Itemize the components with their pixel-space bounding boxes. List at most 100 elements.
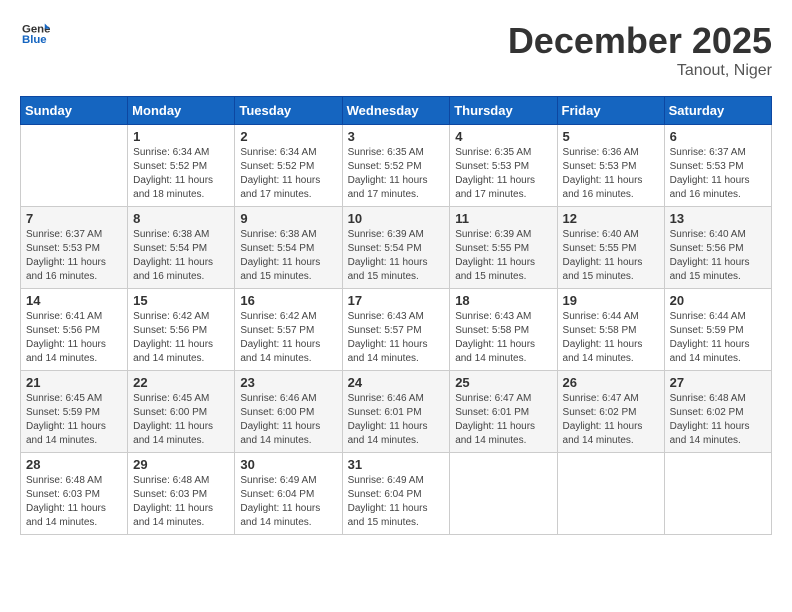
day-info: Sunrise: 6:43 AMSunset: 5:57 PMDaylight:… [348,310,445,366]
day-info: Sunrise: 6:34 AMSunset: 5:52 PMDaylight:… [133,146,229,202]
day-info: Sunrise: 6:36 AMSunset: 5:53 PMDaylight:… [563,146,659,202]
day-info: Sunrise: 6:44 AMSunset: 5:59 PMDaylight:… [670,310,766,366]
day-info: Sunrise: 6:49 AMSunset: 6:04 PMDaylight:… [240,474,336,530]
day-number: 7 [26,211,122,226]
calendar-cell: 2Sunrise: 6:34 AMSunset: 5:52 PMDaylight… [235,125,342,207]
day-number: 14 [26,293,122,308]
calendar-cell [664,453,771,535]
day-number: 26 [563,375,659,390]
calendar-cell [450,453,557,535]
day-number: 2 [240,129,336,144]
day-number: 29 [133,457,229,472]
day-info: Sunrise: 6:48 AMSunset: 6:03 PMDaylight:… [133,474,229,530]
calendar-cell: 18 Sunrise: 6:43 AMSunset: 5:58 PMDayligh… [450,289,557,371]
day-header-sunday: Sunday [21,97,128,125]
day-number: 23 [240,375,336,390]
month-year: December 2025 [508,20,772,62]
week-row-4: 21Sunrise: 6:45 AMSunset: 5:59 PMDayligh… [21,371,772,453]
day-number: 6 [670,129,766,144]
calendar-cell: 7 Sunrise: 6:37 AMSunset: 5:53 PMDaylight… [21,207,128,289]
calendar-cell: 23 Sunrise: 6:46 AMSunset: 6:00 PMDayligh… [235,371,342,453]
calendar-cell: 26 Sunrise: 6:47 AMSunset: 6:02 PMDayligh… [557,371,664,453]
day-info: Sunrise: 6:43 AMSunset: 5:58 PMDaylight:… [455,310,551,366]
day-number: 12 [563,211,659,226]
day-number: 25 [455,375,551,390]
calendar-cell: 16 Sunrise: 6:42 AMSunset: 5:57 PMDayligh… [235,289,342,371]
day-number: 15 [133,293,229,308]
day-info: Sunrise: 6:41 AMSunset: 5:56 PMDaylight:… [26,310,122,366]
day-number: 30 [240,457,336,472]
day-number: 22 [133,375,229,390]
day-number: 31 [348,457,445,472]
calendar-cell: 25 Sunrise: 6:47 AMSunset: 6:01 PMDayligh… [450,371,557,453]
day-number: 5 [563,129,659,144]
week-row-3: 14 Sunrise: 6:41 AMSunset: 5:56 PMDayligh… [21,289,772,371]
logo: General Blue [20,20,50,48]
day-header-saturday: Saturday [664,97,771,125]
day-info: Sunrise: 6:44 AMSunset: 5:58 PMDaylight:… [563,310,659,366]
calendar-cell: 9Sunrise: 6:38 AMSunset: 5:54 PMDaylight… [235,207,342,289]
day-info: Sunrise: 6:39 AMSunset: 5:55 PMDaylight:… [455,228,551,284]
day-header-wednesday: Wednesday [342,97,450,125]
day-info: Sunrise: 6:40 AMSunset: 5:55 PMDaylight:… [563,228,659,284]
calendar-cell: 5 Sunrise: 6:36 AMSunset: 5:53 PMDaylight… [557,125,664,207]
calendar-header-row: SundayMondayTuesdayWednesdayThursdayFrid… [21,97,772,125]
day-number: 1 [133,129,229,144]
week-row-1: 1 Sunrise: 6:34 AMSunset: 5:52 PMDaylight… [21,125,772,207]
calendar-table: SundayMondayTuesdayWednesdayThursdayFrid… [20,96,772,535]
day-number: 20 [670,293,766,308]
calendar-cell: 27Sunrise: 6:48 AMSunset: 6:02 PMDayligh… [664,371,771,453]
calendar-cell: 8Sunrise: 6:38 AMSunset: 5:54 PMDaylight… [128,207,235,289]
day-info: Sunrise: 6:47 AMSunset: 6:02 PMDaylight:… [563,392,659,448]
day-number: 10 [348,211,445,226]
day-info: Sunrise: 6:35 AMSunset: 5:53 PMDaylight:… [455,146,551,202]
day-info: Sunrise: 6:45 AMSunset: 6:00 PMDaylight:… [133,392,229,448]
day-info: Sunrise: 6:48 AMSunset: 6:02 PMDaylight:… [670,392,766,448]
day-number: 28 [26,457,122,472]
day-info: Sunrise: 6:46 AMSunset: 6:00 PMDaylight:… [240,392,336,448]
day-header-tuesday: Tuesday [235,97,342,125]
day-number: 4 [455,129,551,144]
day-info: Sunrise: 6:38 AMSunset: 5:54 PMDaylight:… [240,228,336,284]
day-header-monday: Monday [128,97,235,125]
title-area: December 2025 Tanout, Niger [508,20,772,80]
calendar-cell: 11Sunrise: 6:39 AMSunset: 5:55 PMDayligh… [450,207,557,289]
day-info: Sunrise: 6:45 AMSunset: 5:59 PMDaylight:… [26,392,122,448]
calendar-cell: 28Sunrise: 6:48 AMSunset: 6:03 PMDayligh… [21,453,128,535]
day-info: Sunrise: 6:39 AMSunset: 5:54 PMDaylight:… [348,228,445,284]
calendar-cell: 3Sunrise: 6:35 AMSunset: 5:52 PMDaylight… [342,125,450,207]
day-info: Sunrise: 6:42 AMSunset: 5:57 PMDaylight:… [240,310,336,366]
day-header-thursday: Thursday [450,97,557,125]
day-info: Sunrise: 6:35 AMSunset: 5:52 PMDaylight:… [348,146,445,202]
calendar-cell: 12 Sunrise: 6:40 AMSunset: 5:55 PMDayligh… [557,207,664,289]
day-number: 24 [348,375,445,390]
day-number: 13 [670,211,766,226]
calendar-cell [557,453,664,535]
calendar-cell: 14 Sunrise: 6:41 AMSunset: 5:56 PMDayligh… [21,289,128,371]
svg-text:Blue: Blue [22,34,47,46]
day-info: Sunrise: 6:40 AMSunset: 5:56 PMDaylight:… [670,228,766,284]
calendar-cell: 13 Sunrise: 6:40 AMSunset: 5:56 PMDayligh… [664,207,771,289]
calendar-cell: 1 Sunrise: 6:34 AMSunset: 5:52 PMDaylight… [128,125,235,207]
calendar-cell: 31 Sunrise: 6:49 AMSunset: 6:04 PMDayligh… [342,453,450,535]
calendar-cell: 20 Sunrise: 6:44 AMSunset: 5:59 PMDayligh… [664,289,771,371]
page-header: General Blue December 2025 Tanout, Niger [20,20,772,80]
day-info: Sunrise: 6:47 AMSunset: 6:01 PMDaylight:… [455,392,551,448]
week-row-5: 28 Sunrise: 6:48 AMSunset: 6:03 PMDayligh… [21,453,772,535]
week-row-2: 7 Sunrise: 6:37 AMSunset: 5:53 PMDaylight… [21,207,772,289]
day-info: Sunrise: 6:38 AMSunset: 5:54 PMDaylight:… [133,228,229,284]
calendar-cell: 17Sunrise: 6:43 AMSunset: 5:57 PMDayligh… [342,289,450,371]
calendar-cell: 24 Sunrise: 6:46 AMSunset: 6:01 PMDayligh… [342,371,450,453]
calendar-cell: 15 Sunrise: 6:42 AMSunset: 5:56 PMDayligh… [128,289,235,371]
day-number: 16 [240,293,336,308]
calendar-cell: 30 Sunrise: 6:49 AMSunset: 6:04 PMDayligh… [235,453,342,535]
calendar-cell: 29 Sunrise: 6:48 AMSunset: 6:03 PMDayligh… [128,453,235,535]
day-number: 18 [455,293,551,308]
day-info: Sunrise: 6:46 AMSunset: 6:01 PMDaylight:… [348,392,445,448]
day-info: Sunrise: 6:37 AMSunset: 5:53 PMDaylight:… [26,228,122,284]
day-info: Sunrise: 6:49 AMSunset: 6:04 PMDaylight:… [348,474,445,530]
day-info: Sunrise: 6:37 AMSunset: 5:53 PMDaylight:… [670,146,766,202]
day-info: Sunrise: 6:42 AMSunset: 5:56 PMDaylight:… [133,310,229,366]
location: Tanout, Niger [508,62,772,80]
calendar-cell: 19Sunrise: 6:44 AMSunset: 5:58 PMDayligh… [557,289,664,371]
